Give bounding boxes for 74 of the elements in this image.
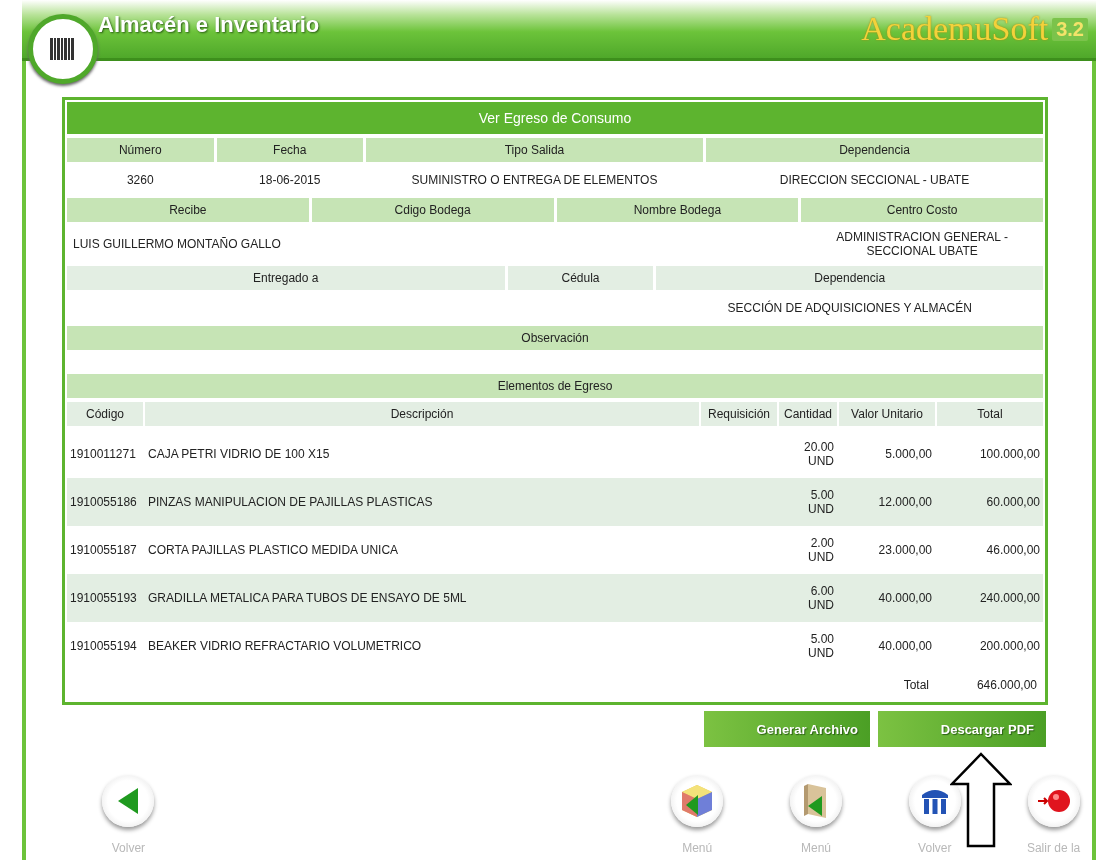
table-cell-text: 40.000,00 (877, 638, 933, 655)
table-cell-text: PINZAS MANIPULACION DE PAJILLAS PLASTICAS (147, 494, 434, 511)
field-value: DIRECCION SECCIONAL - UBATE (778, 172, 971, 189)
nav-button[interactable] (671, 775, 724, 827)
nav-label: Menú (682, 841, 713, 855)
grand-total: 646.000,00 (975, 677, 1038, 694)
table-cell-text: 240.000,00 (978, 590, 1041, 607)
column-header: Valor Unitario (839, 402, 935, 426)
column-header: Dependencia (706, 138, 1043, 162)
column-header: Total (937, 402, 1043, 426)
cube-icon (680, 783, 715, 819)
column-header: Número (67, 138, 214, 162)
column-header: Tipo Salida (366, 138, 703, 162)
table-cell-text: 1910055186 (69, 494, 138, 511)
panel-title: Ver Egreso de Consumo (67, 102, 1043, 134)
nav-button[interactable] (1027, 775, 1080, 827)
table-cell-text: 46.000,00 (985, 542, 1041, 559)
table-cell-text: 40.000,00 (877, 590, 933, 607)
field-value: LUIS GUILLERMO MONTAÑO GALLO (72, 236, 282, 253)
nav-button[interactable] (102, 775, 155, 827)
field-value: SECCIÓN DE ADQUISICIONES Y ALMACÉN (726, 299, 973, 317)
module-title: Almacén e Inventario (98, 12, 320, 38)
column-header: Código (67, 402, 143, 426)
version-label: 3.2 (1052, 17, 1088, 41)
table-cell-text: 23.000,00 (877, 542, 933, 559)
table-cell-text: 1910055193 (69, 590, 138, 607)
table-cell-text: 2.00 UND (807, 535, 835, 566)
column-header: Fecha (216, 138, 363, 162)
table-cell-text: 1910055194 (69, 638, 138, 655)
exit-icon (1036, 788, 1071, 814)
column-header: Recibe (67, 198, 309, 222)
action-button[interactable]: Descargar PDF (878, 711, 1046, 747)
table-cell-text: 5.000,00 (884, 446, 933, 463)
table-cell-text: 100.000,00 (978, 446, 1041, 463)
table-cell-text: CORTA PAJILLAS PLASTICO MEDIDA UNICA (147, 542, 400, 559)
field-value: SUMINISTRO O ENTREGA DE ELEMENTOS (410, 172, 659, 189)
column-header: Cantidad (779, 402, 837, 426)
field-value: 18-06-2015 (258, 172, 322, 189)
nav-button[interactable] (908, 775, 961, 827)
action-button[interactable]: Generar Archivo (704, 711, 870, 747)
barcode-icon (50, 38, 76, 60)
nav-label: Volver (918, 841, 952, 855)
column-header: Descripción (145, 402, 699, 426)
table-cell-text: BEAKER VIDRIO REFRACTARIO VOLUMETRICO (147, 638, 423, 655)
section-title: Elementos de Egreso (67, 374, 1043, 398)
column-header: Observación (67, 326, 1043, 350)
table-cell-text: CAJA PETRI VIDRIO DE 100 X15 (147, 446, 331, 463)
table-cell-text: 5.00 UND (807, 631, 835, 662)
left-triangle-icon (116, 786, 141, 816)
field-value: 3260 (125, 172, 155, 189)
nav-label: Salir de la (1026, 841, 1081, 855)
table-cell-text: 200.000,00 (978, 638, 1041, 655)
nav-label: Volver (111, 841, 146, 855)
table-cell-text: 5.00 UND (807, 487, 835, 518)
brand-name: AcademuSoft (861, 10, 1049, 48)
nav-button[interactable] (790, 775, 842, 827)
nav-label: Menú (800, 841, 831, 855)
field-value: ADMINISTRACION GENERAL - SECCIONAL UBATE (835, 229, 1009, 260)
table-cell-text: 20.00 UND (802, 439, 835, 470)
table-cell-text: 12.000,00 (877, 494, 933, 511)
table-cell-text: 1910055187 (69, 542, 138, 559)
table-cell-text: GRADILLA METALICA PARA TUBOS DE ENSAYO DE 5ML (147, 590, 468, 607)
table-cell-text: 60.000,00 (985, 494, 1041, 511)
total-label: Total (902, 677, 930, 694)
column-header: Cédula (507, 266, 654, 290)
column-header: Dependencia (656, 266, 1043, 290)
column-header: Entregado a (67, 266, 505, 290)
column-header: Cdigo Bodega (311, 198, 554, 222)
column-header: Centro Costo (801, 198, 1043, 222)
table-cell-text: 6.00 UND (807, 583, 835, 614)
columns-icon (919, 787, 950, 815)
column-header: Requisición (701, 402, 777, 426)
column-header: Nombre Bodega (556, 198, 799, 222)
table-cell-text: 1910011271 (69, 446, 137, 463)
